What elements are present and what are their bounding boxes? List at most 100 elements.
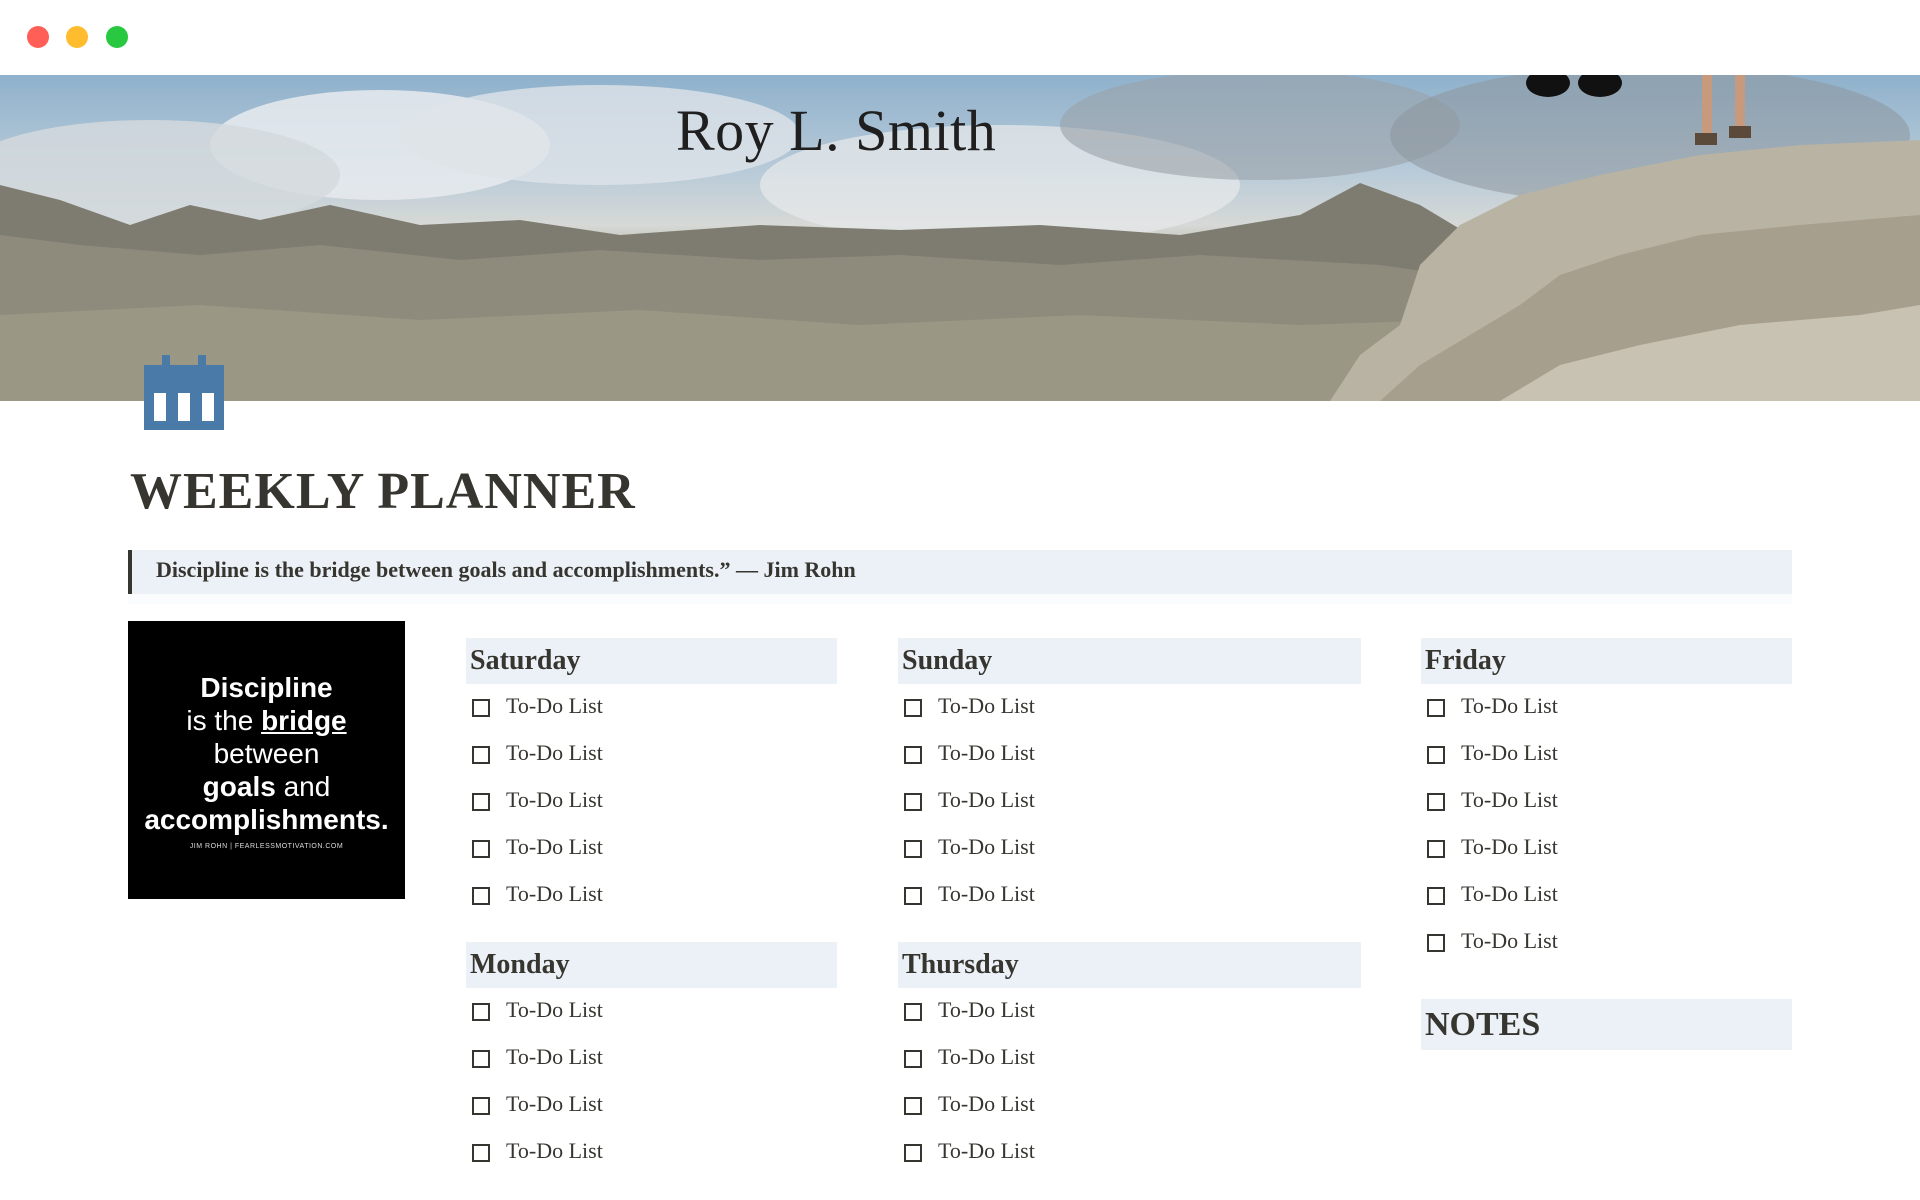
maximize-window-button[interactable] — [106, 26, 128, 48]
checkbox[interactable] — [1427, 887, 1445, 905]
todo-label[interactable]: To-Do List — [938, 1138, 1035, 1164]
quote-image-line: accomplishments. — [144, 804, 389, 835]
todo-label[interactable]: To-Do List — [938, 1091, 1035, 1117]
checkbox[interactable] — [904, 840, 922, 858]
day-sunday: Sunday To-Do List To-Do List To-Do List … — [898, 638, 1361, 919]
todo-item: To-Do List — [898, 778, 1361, 825]
title-bar — [0, 0, 1920, 75]
todo-item: To-Do List — [1421, 872, 1792, 919]
todo-item: To-Do List — [898, 872, 1361, 919]
todo-label[interactable]: To-Do List — [938, 693, 1035, 719]
divider — [128, 594, 1792, 604]
calendar-icon[interactable] — [144, 355, 224, 430]
checkbox[interactable] — [904, 887, 922, 905]
todo-label[interactable]: To-Do List — [1461, 928, 1558, 954]
day-heading: Thursday — [898, 942, 1361, 988]
checkbox[interactable] — [904, 699, 922, 717]
notes-heading: NOTES — [1421, 999, 1792, 1050]
day-heading: Saturday — [466, 638, 837, 684]
todo-label[interactable]: To-Do List — [506, 834, 603, 860]
checkbox[interactable] — [472, 840, 490, 858]
day-heading: Sunday — [898, 638, 1361, 684]
page-title: WEEKLY PLANNER — [130, 463, 636, 520]
todo-item: To-Do List — [1421, 778, 1792, 825]
todo-item: To-Do List — [898, 825, 1361, 872]
todo-item: To-Do List — [466, 988, 837, 1035]
todo-item: To-Do List — [898, 988, 1361, 1035]
todo-label[interactable]: To-Do List — [506, 881, 603, 907]
todo-item: To-Do List — [466, 872, 837, 919]
todo-item: To-Do List — [898, 1129, 1361, 1176]
day-saturday: Saturday To-Do List To-Do List To-Do Lis… — [466, 638, 837, 919]
checkbox[interactable] — [904, 1097, 922, 1115]
checkbox[interactable] — [1427, 699, 1445, 717]
checkbox[interactable] — [472, 1144, 490, 1162]
todo-label[interactable]: To-Do List — [1461, 834, 1558, 860]
todo-label[interactable]: To-Do List — [1461, 881, 1558, 907]
todo-label[interactable]: To-Do List — [506, 787, 603, 813]
checkbox[interactable] — [1427, 840, 1445, 858]
todo-label[interactable]: To-Do List — [506, 1138, 603, 1164]
day-thursday: Thursday To-Do List To-Do List To-Do Lis… — [898, 942, 1361, 1176]
cover-image[interactable]: Roy L. Smith — [0, 75, 1920, 401]
day-monday: Monday To-Do List To-Do List To-Do List … — [466, 942, 837, 1176]
checkbox[interactable] — [904, 793, 922, 811]
todo-label[interactable]: To-Do List — [506, 997, 603, 1023]
todo-item: To-Do List — [466, 778, 837, 825]
checkbox[interactable] — [472, 887, 490, 905]
todo-label[interactable]: To-Do List — [938, 881, 1035, 907]
checkbox[interactable] — [472, 699, 490, 717]
todo-item: To-Do List — [898, 1082, 1361, 1129]
todo-item: To-Do List — [466, 1082, 837, 1129]
quote-image-credit: JIM ROHN | FEARLESSMOTIVATION.COM — [189, 843, 344, 850]
quote-image-text: is the — [186, 705, 262, 736]
checkbox[interactable] — [1427, 793, 1445, 811]
todo-label[interactable]: To-Do List — [506, 740, 603, 766]
todo-label[interactable]: To-Do List — [1461, 787, 1558, 813]
checkbox[interactable] — [472, 1003, 490, 1021]
todo-item: To-Do List — [1421, 731, 1792, 778]
todo-label[interactable]: To-Do List — [938, 740, 1035, 766]
todo-item: To-Do List — [466, 684, 837, 731]
cover-caption: Roy L. Smith — [676, 98, 997, 163]
quote-image-line: is the bridge — [128, 704, 405, 737]
todo-item: To-Do List — [466, 825, 837, 872]
todo-item: To-Do List — [1421, 684, 1792, 731]
todo-label[interactable]: To-Do List — [938, 787, 1035, 813]
quote-image-text: bridge — [261, 705, 347, 736]
todo-label[interactable]: To-Do List — [506, 1044, 603, 1070]
checkbox[interactable] — [904, 1144, 922, 1162]
day-heading: Friday — [1421, 638, 1792, 684]
quote-image-text: goals — [202, 771, 276, 802]
checkbox[interactable] — [472, 746, 490, 764]
todo-label[interactable]: To-Do List — [1461, 740, 1558, 766]
checkbox[interactable] — [472, 1050, 490, 1068]
checkbox[interactable] — [904, 746, 922, 764]
todo-item: To-Do List — [466, 731, 837, 778]
checkbox[interactable] — [904, 1003, 922, 1021]
checkbox[interactable] — [472, 793, 490, 811]
todo-label[interactable]: To-Do List — [506, 1091, 603, 1117]
quote-image[interactable]: Discipline is the bridge between goals a… — [128, 621, 405, 899]
close-window-button[interactable] — [27, 26, 49, 48]
todo-item: To-Do List — [466, 1129, 837, 1176]
quote-image-line: between — [213, 738, 320, 769]
quote-callout: Discipline is the bridge between goals a… — [128, 550, 1792, 594]
checkbox[interactable] — [904, 1050, 922, 1068]
day-friday: Friday To-Do List To-Do List To-Do List … — [1421, 638, 1792, 966]
todo-label[interactable]: To-Do List — [1461, 693, 1558, 719]
todo-item: To-Do List — [1421, 825, 1792, 872]
minimize-window-button[interactable] — [66, 26, 88, 48]
checkbox[interactable] — [1427, 746, 1445, 764]
todo-item: To-Do List — [466, 1035, 837, 1082]
checkbox[interactable] — [1427, 934, 1445, 952]
checkbox[interactable] — [472, 1097, 490, 1115]
todo-label[interactable]: To-Do List — [938, 997, 1035, 1023]
todo-label[interactable]: To-Do List — [506, 693, 603, 719]
app-window: Roy L. Smith WEEKLY PLANNER Discipline i… — [0, 0, 1920, 1200]
quote-image-line: Discipline — [200, 672, 333, 703]
todo-item: To-Do List — [898, 1035, 1361, 1082]
todo-item: To-Do List — [898, 684, 1361, 731]
todo-label[interactable]: To-Do List — [938, 1044, 1035, 1070]
todo-label[interactable]: To-Do List — [938, 834, 1035, 860]
